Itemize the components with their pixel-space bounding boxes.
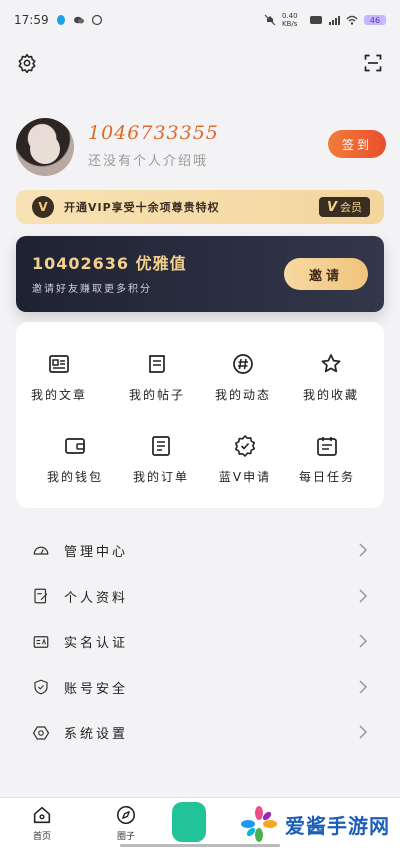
bottom-tab-bar: 首页 圈子 爱酱手游网 bbox=[0, 797, 400, 850]
elegant-value: 10402636 优雅值 bbox=[32, 254, 187, 273]
settings-menu: 管理中心 个人资料 实名认证 账号安全 系统设置 bbox=[0, 528, 400, 756]
wifi-icon bbox=[346, 15, 358, 25]
menu-item-account-security[interactable]: 账号安全 bbox=[0, 665, 400, 711]
feature-grid: 我的文章 我的帖子 我的动态 我的收藏 我的钱包 我的订单 蓝V申请 每日任务 bbox=[16, 322, 384, 508]
vip-crown-icon: V bbox=[32, 196, 54, 218]
star-icon bbox=[321, 354, 341, 373]
chevron-right-icon bbox=[359, 725, 368, 739]
hashtag-icon bbox=[233, 354, 253, 374]
post-icon bbox=[149, 355, 165, 373]
grid-item-label: 我的动态 bbox=[214, 388, 271, 402]
grid-item-posts[interactable]: 我的帖子 bbox=[114, 352, 200, 412]
grid-item-label: 我的文章 bbox=[30, 388, 87, 402]
user-bio[interactable]: 还没有个人介绍哦 bbox=[88, 150, 208, 169]
invite-button[interactable]: 邀请 bbox=[284, 258, 368, 290]
grid-item-label: 我的订单 bbox=[132, 470, 189, 484]
net-speed: 0.40 KB/s bbox=[282, 12, 298, 28]
menu-item-label: 账号安全 bbox=[64, 681, 129, 697]
wallet-icon bbox=[65, 438, 85, 454]
chevron-right-icon bbox=[359, 588, 368, 603]
article-icon bbox=[49, 355, 69, 373]
publish-button[interactable] bbox=[172, 802, 206, 842]
avatar[interactable] bbox=[16, 118, 74, 176]
grid-item-daily-tasks[interactable]: 每日任务 bbox=[284, 434, 370, 494]
dashboard-icon bbox=[33, 546, 49, 555]
status-bar: 17:59 0.40 KB/s 46 bbox=[0, 0, 400, 40]
elegant-value-card: 10402636 优雅值 邀请好友赚取更多积分 邀请 bbox=[16, 236, 384, 312]
status-time: 17:59 bbox=[14, 13, 49, 27]
scan-button[interactable] bbox=[360, 50, 386, 76]
qq-icon bbox=[56, 15, 65, 25]
wechat-icon bbox=[73, 16, 84, 24]
settings-button[interactable] bbox=[14, 50, 40, 76]
grid-item-moments[interactable]: 我的动态 bbox=[200, 352, 286, 412]
grid-item-favorites[interactable]: 我的收藏 bbox=[288, 352, 374, 412]
grid-item-label: 我的钱包 bbox=[46, 470, 103, 484]
tab-label: 首页 bbox=[32, 832, 51, 842]
battery-indicator: 46 bbox=[364, 15, 386, 25]
profile-header: 1046733355 还没有个人介绍哦 签到 bbox=[16, 118, 386, 178]
menu-item-real-name[interactable]: 实名认证 bbox=[0, 619, 400, 665]
menu-item-profile[interactable]: 个人资料 bbox=[0, 574, 400, 620]
vip-banner[interactable]: V 开通VIP享受十余项尊贵特权 V 会员 bbox=[16, 190, 384, 224]
vip-v-logo-icon: V bbox=[326, 199, 337, 215]
grid-item-wallet[interactable]: 我的钱包 bbox=[32, 434, 118, 494]
elegant-subtitle: 邀请好友赚取更多积分 bbox=[32, 284, 152, 295]
edit-profile-icon bbox=[34, 588, 48, 604]
tab-home[interactable]: 首页 bbox=[12, 804, 72, 842]
grid-item-blue-v[interactable]: 蓝V申请 bbox=[202, 434, 288, 494]
menu-item-label: 系统设置 bbox=[64, 727, 129, 743]
chevron-right-icon bbox=[359, 634, 368, 648]
watermark-text: 爱酱手游网 bbox=[285, 813, 390, 838]
verified-badge-icon bbox=[235, 435, 255, 457]
vip-member-label: 会员 bbox=[340, 201, 362, 214]
user-id: 1046733355 bbox=[88, 122, 219, 144]
hd-icon bbox=[310, 16, 322, 24]
scan-icon bbox=[364, 54, 382, 72]
mute-icon bbox=[264, 14, 276, 26]
gear-icon bbox=[18, 53, 36, 73]
id-card-icon bbox=[33, 635, 49, 648]
home-indicator bbox=[120, 844, 280, 847]
shield-icon bbox=[34, 679, 48, 695]
top-bar bbox=[0, 50, 400, 80]
notification-icon bbox=[91, 14, 102, 26]
menu-item-label: 个人资料 bbox=[64, 590, 129, 606]
grid-item-articles[interactable]: 我的文章 bbox=[16, 352, 102, 412]
grid-item-label: 每日任务 bbox=[298, 470, 355, 484]
settings-hex-icon bbox=[32, 726, 50, 740]
grid-item-label: 我的收藏 bbox=[302, 388, 359, 402]
calendar-icon bbox=[317, 437, 337, 456]
grid-item-label: 我的帖子 bbox=[128, 388, 185, 402]
vip-member-badge: V 会员 bbox=[318, 197, 370, 217]
pinwheel-logo-icon bbox=[241, 806, 277, 842]
menu-item-system-settings[interactable]: 系统设置 bbox=[0, 710, 400, 756]
menu-item-label: 实名认证 bbox=[64, 636, 129, 652]
tab-label: 圈子 bbox=[116, 832, 135, 842]
chevron-right-icon bbox=[359, 679, 368, 694]
home-icon bbox=[33, 806, 51, 824]
grid-item-label: 蓝V申请 bbox=[218, 470, 272, 484]
signal-icon bbox=[329, 16, 340, 25]
tab-circle[interactable]: 圈子 bbox=[96, 804, 156, 842]
order-icon bbox=[152, 436, 170, 456]
compass-icon bbox=[116, 805, 136, 825]
grid-item-orders[interactable]: 我的订单 bbox=[118, 434, 204, 494]
chevron-right-icon bbox=[359, 543, 368, 557]
vip-promo-text: 开通VIP享受十余项尊贵特权 bbox=[64, 201, 220, 214]
signin-button[interactable]: 签到 bbox=[328, 130, 386, 158]
menu-item-management[interactable]: 管理中心 bbox=[0, 528, 400, 574]
site-watermark: 爱酱手游网 bbox=[239, 802, 390, 846]
menu-item-label: 管理中心 bbox=[64, 545, 129, 561]
